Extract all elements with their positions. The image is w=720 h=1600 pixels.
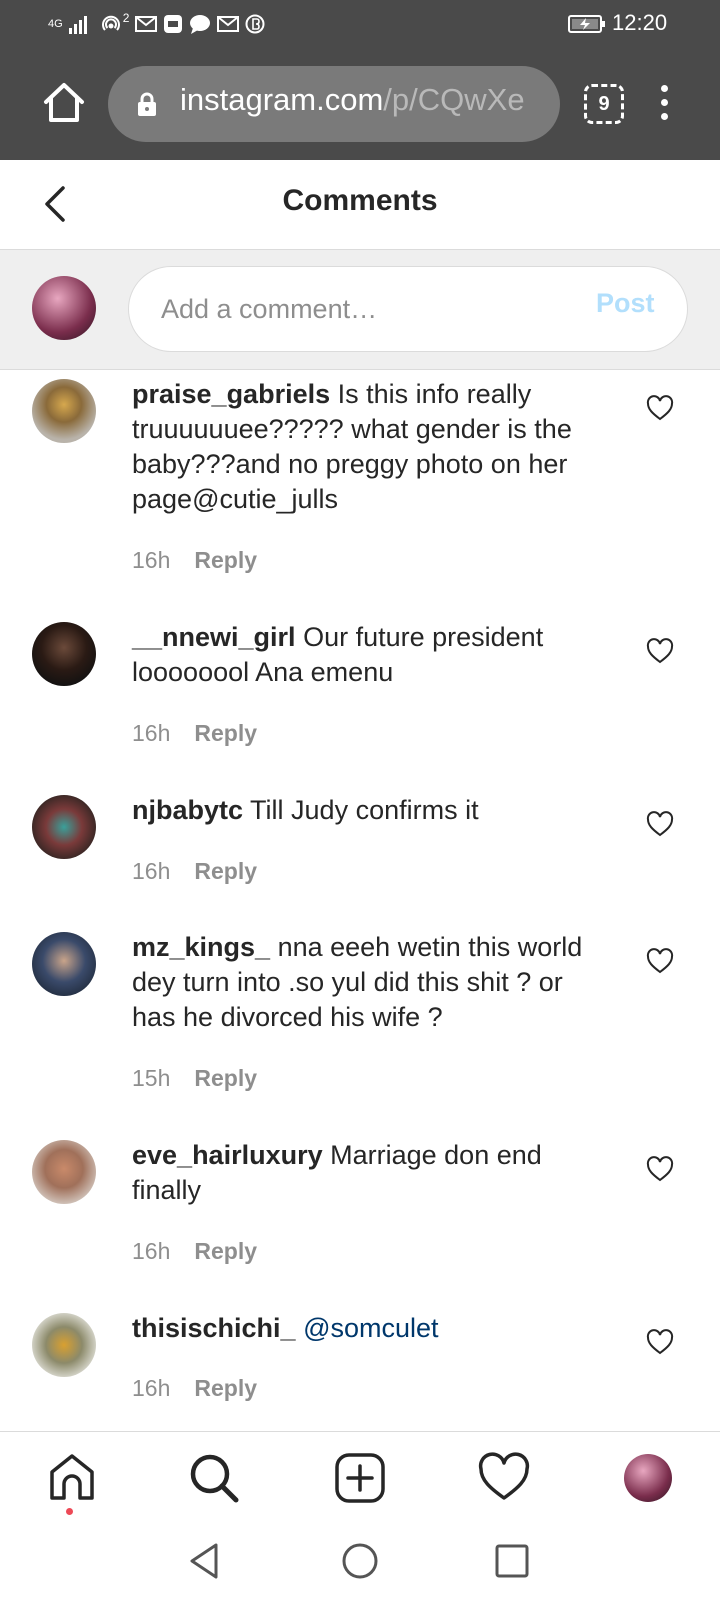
comment-text: njbabytc Till Judy confirms it — [132, 793, 602, 828]
search-icon[interactable] — [188, 1452, 240, 1504]
mail-icon — [217, 16, 240, 32]
reply-button[interactable]: Reply — [194, 1065, 257, 1091]
status-time: 12:20 — [612, 10, 668, 35]
url-path: /p/CQwXe — [383, 82, 525, 117]
bottom-navigation — [0, 1431, 720, 1521]
system-navigation — [0, 1521, 720, 1600]
lock-icon — [138, 92, 156, 116]
signal-icon — [68, 16, 87, 34]
reply-button[interactable]: Reply — [194, 720, 257, 746]
comment-username[interactable]: __nnewi_girl — [132, 622, 296, 652]
comment-text: thisischichi_ @somculet — [132, 1311, 602, 1346]
comment-text: eve_hairluxury Marriage don end finally — [132, 1138, 602, 1208]
comment-text: mz_kings_ nna eeeh wetin this world dey … — [132, 930, 602, 1035]
page-title: Comments — [282, 184, 438, 217]
like-heart-icon[interactable] — [646, 638, 674, 664]
commenter-avatar[interactable] — [32, 1313, 96, 1377]
like-heart-icon[interactable] — [646, 948, 674, 974]
activity-heart-icon[interactable] — [478, 1452, 530, 1504]
current-user-avatar — [32, 276, 96, 340]
comment-composer: Post — [0, 250, 720, 370]
reply-button[interactable]: Reply — [194, 1238, 257, 1264]
notification-dot — [66, 1508, 73, 1515]
tab-switcher-button[interactable]: 9 — [584, 84, 624, 124]
comment-username[interactable]: njbabytc — [132, 795, 243, 825]
network-type-label: 4G — [48, 18, 63, 30]
browser-chrome: 4G 2 12:20 instagram.com/p/CQwXe 9 — [0, 0, 720, 160]
comment-time: 16h — [132, 1375, 171, 1401]
comment-meta: 16h Reply — [132, 1238, 257, 1265]
comment-username[interactable]: praise_gabriels — [132, 379, 330, 409]
profile-avatar[interactable] — [624, 1454, 672, 1502]
url-host: instagram.com — [180, 82, 384, 117]
comment-text: __nnewi_girl Our future president looooo… — [132, 620, 602, 690]
comment-time: 16h — [132, 858, 171, 884]
reply-button[interactable]: Reply — [194, 858, 257, 884]
commenter-avatar[interactable] — [32, 622, 96, 686]
status-icons: 4G 2 — [48, 12, 265, 36]
comment-username[interactable]: eve_hairluxury — [132, 1140, 323, 1170]
comment-mention[interactable]: @somculet — [303, 1313, 438, 1343]
comment-username[interactable]: thisischichi_ — [132, 1313, 296, 1343]
commenter-avatar[interactable] — [32, 932, 96, 996]
comment-time: 16h — [132, 547, 171, 573]
commenter-avatar[interactable] — [32, 379, 96, 443]
new-post-icon[interactable] — [334, 1452, 386, 1504]
url-text: instagram.com/p/CQwXe — [180, 82, 525, 118]
home-circle-icon[interactable] — [340, 1541, 380, 1581]
app-icon — [245, 14, 265, 34]
hotspot-icon — [101, 15, 120, 31]
battery-icon — [568, 15, 605, 33]
browser-home-icon[interactable] — [40, 78, 88, 126]
back-triangle-icon[interactable] — [186, 1541, 226, 1581]
like-heart-icon[interactable] — [646, 1156, 674, 1182]
like-heart-icon[interactable] — [646, 1329, 674, 1355]
browser-menu-icon[interactable] — [654, 82, 674, 126]
comment-meta: 15h Reply — [132, 1065, 257, 1092]
comment-meta: 16h Reply — [132, 547, 257, 574]
comment-username[interactable]: mz_kings_ — [132, 932, 270, 962]
comments-header: Comments — [0, 160, 720, 250]
like-heart-icon[interactable] — [646, 395, 674, 421]
address-bar[interactable]: instagram.com/p/CQwXe — [108, 66, 560, 142]
comment-time: 16h — [132, 1238, 171, 1264]
comment-meta: 16h Reply — [132, 720, 257, 747]
commenter-avatar[interactable] — [32, 1140, 96, 1204]
hotspot-count: 2 — [122, 11, 130, 25]
comments-list[interactable]: praise_gabriels Is this info really truu… — [0, 371, 720, 1431]
app-icon — [164, 15, 183, 33]
comment-text: praise_gabriels Is this info really truu… — [132, 377, 602, 517]
comment-meta: 16h Reply — [132, 1375, 257, 1402]
comment-time: 15h — [132, 1065, 171, 1091]
home-icon[interactable] — [46, 1452, 98, 1504]
like-heart-icon[interactable] — [646, 811, 674, 837]
post-button[interactable]: Post — [596, 288, 655, 319]
chat-icon — [190, 15, 211, 34]
mail-icon — [135, 16, 158, 32]
comment-time: 16h — [132, 720, 171, 746]
status-bar: 4G 2 12:20 — [0, 0, 720, 48]
commenter-avatar[interactable] — [32, 795, 96, 859]
reply-button[interactable]: Reply — [194, 1375, 257, 1401]
comment-meta: 16h Reply — [132, 858, 257, 885]
comment-message: Till Judy confirms it — [250, 795, 479, 825]
reply-button[interactable]: Reply — [194, 547, 257, 573]
browser-toolbar: instagram.com/p/CQwXe 9 — [0, 48, 720, 160]
recents-square-icon[interactable] — [492, 1541, 532, 1581]
